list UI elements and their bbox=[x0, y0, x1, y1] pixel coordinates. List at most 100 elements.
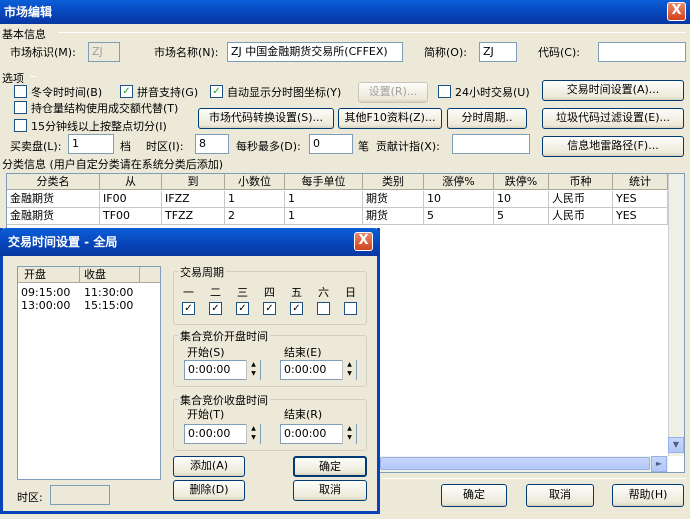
winter-time-label: 冬令时时间(B) bbox=[31, 86, 103, 99]
abbr-field[interactable]: ZJ bbox=[479, 42, 517, 62]
grid-cell[interactable]: 1 bbox=[225, 191, 285, 208]
buy-sell-field[interactable]: 1 bbox=[68, 134, 114, 154]
tz-field[interactable]: 8 bbox=[195, 134, 229, 154]
dialog-ok-button[interactable]: 确定 bbox=[293, 456, 367, 477]
tz-label: 时区(I): bbox=[146, 140, 184, 153]
winter-time-checkbox[interactable] bbox=[14, 85, 27, 98]
day-checkbox[interactable]: ✓ bbox=[263, 302, 276, 315]
info-path-button[interactable]: 信息地雷路径(F)... bbox=[542, 136, 684, 157]
grid-cell[interactable]: TF00 bbox=[100, 208, 162, 225]
window-title: 市场编辑 bbox=[4, 5, 53, 19]
scroll-right-icon[interactable]: ► bbox=[651, 456, 667, 472]
day-label: 三 bbox=[237, 286, 248, 299]
grid-cell[interactable]: IF00 bbox=[100, 191, 162, 208]
garbage-filter-button[interactable]: 垃圾代码过滤设置(E)... bbox=[542, 108, 684, 129]
dialog-add-button[interactable]: 添加(A) bbox=[173, 456, 245, 477]
list-row-close[interactable]: 15:15:00 bbox=[84, 299, 133, 312]
list-row-open[interactable]: 13:00:00 bbox=[21, 299, 70, 312]
min15-checkbox[interactable] bbox=[14, 119, 27, 132]
level-label: 档 bbox=[120, 140, 131, 153]
grid-cell[interactable]: IFZZ bbox=[162, 191, 225, 208]
grid-cell[interactable]: YES bbox=[613, 208, 668, 225]
day-label: 二 bbox=[210, 286, 221, 299]
basic-section-label: 基本信息 bbox=[2, 28, 46, 41]
main-help-button[interactable]: 帮助(H) bbox=[612, 484, 684, 507]
grid-cell[interactable]: YES bbox=[613, 191, 668, 208]
grid-column-header[interactable]: 从 bbox=[100, 174, 162, 190]
dialog-title: 交易时间设置 - 全局 bbox=[8, 235, 118, 249]
grid-cell[interactable]: TFZZ bbox=[162, 208, 225, 225]
market-id-field[interactable]: ZJ bbox=[88, 42, 120, 62]
grid-column-header[interactable]: 到 bbox=[162, 174, 225, 190]
grid-cell[interactable]: 2 bbox=[225, 208, 285, 225]
main-ok-button[interactable]: 确定 bbox=[441, 484, 507, 507]
list-header-open[interactable]: 开盘 bbox=[18, 267, 80, 283]
day-checkbox[interactable] bbox=[344, 302, 357, 315]
auto-axis-checkbox[interactable]: ✓ bbox=[210, 85, 223, 98]
per-sec-field[interactable]: 0 bbox=[309, 134, 353, 154]
dialog-cancel-button[interactable]: 取消 bbox=[293, 480, 367, 501]
dialog-titlebar: 交易时间设置 - 全局 bbox=[0, 228, 380, 256]
h24-checkbox[interactable] bbox=[438, 85, 451, 98]
trade-time-button[interactable]: 交易时间设置(A)... bbox=[542, 80, 684, 101]
grid-cell[interactable]: 5 bbox=[494, 208, 549, 225]
grid-cell[interactable]: 金融期货 bbox=[7, 208, 100, 225]
hold-struct-checkbox[interactable] bbox=[14, 101, 27, 114]
grid-cell[interactable]: 10 bbox=[494, 191, 549, 208]
grid-cell[interactable]: 1 bbox=[285, 191, 363, 208]
day-checkbox[interactable]: ✓ bbox=[182, 302, 195, 315]
grid-cell[interactable]: 金融期货 bbox=[7, 191, 100, 208]
f10-button[interactable]: 其他F10资料(Z)... bbox=[338, 108, 442, 129]
open-end-spinner[interactable]: ▲ ▼ bbox=[342, 360, 356, 380]
grid-column-header[interactable]: 涨停% bbox=[424, 174, 494, 190]
contrib-field[interactable] bbox=[452, 134, 530, 154]
open-start-spinner[interactable]: ▲ ▼ bbox=[246, 360, 260, 380]
grid-cell[interactable]: 1 bbox=[285, 208, 363, 225]
close-start-spinner[interactable]: ▲ ▼ bbox=[246, 424, 260, 444]
grid-cell[interactable]: 期货 bbox=[363, 208, 424, 225]
market-id-label: 市场标识(M): bbox=[10, 46, 76, 59]
week-group-label: 交易周期 bbox=[178, 264, 226, 280]
grid-cell[interactable]: 人民币 bbox=[549, 191, 613, 208]
grid-column-header[interactable]: 跌停% bbox=[494, 174, 549, 190]
dialog-tz-field[interactable] bbox=[50, 485, 110, 505]
list-row-open[interactable]: 09:15:00 bbox=[21, 286, 70, 299]
pinyin-checkbox[interactable]: ✓ bbox=[120, 85, 133, 98]
code-convert-button[interactable]: 市场代码转换设置(S)... bbox=[198, 108, 334, 129]
dialog-close-button[interactable]: X bbox=[354, 232, 373, 251]
grid-cell[interactable]: 10 bbox=[424, 191, 494, 208]
list-header-close[interactable]: 收盘 bbox=[80, 267, 140, 283]
day-label: 一 bbox=[183, 286, 194, 299]
grid-cell[interactable]: 人民币 bbox=[549, 208, 613, 225]
day-checkbox[interactable]: ✓ bbox=[209, 302, 222, 315]
grid-column-header[interactable]: 统计 bbox=[613, 174, 668, 190]
grid-cell[interactable]: 期货 bbox=[363, 191, 424, 208]
grid-vertical-scrollbar[interactable] bbox=[668, 174, 684, 456]
period-button[interactable]: 分时周期.. bbox=[447, 108, 527, 129]
close-end-spinner[interactable]: ▲ ▼ bbox=[342, 424, 356, 444]
day-checkbox[interactable]: ✓ bbox=[290, 302, 303, 315]
horizontal-scroll-thumb[interactable] bbox=[380, 457, 650, 470]
window-close-button[interactable]: X bbox=[667, 2, 686, 21]
grid-column-header[interactable]: 币种 bbox=[549, 174, 613, 190]
scroll-down-icon[interactable]: ▼ bbox=[668, 437, 684, 453]
grid-column-header[interactable]: 分类名 bbox=[7, 174, 100, 190]
auto-axis-label: 自动显示分时图坐标(Y) bbox=[227, 86, 342, 99]
grid-column-header[interactable]: 小数位 bbox=[225, 174, 285, 190]
grid-column-header[interactable]: 类别 bbox=[363, 174, 424, 190]
grid-horizontal-scrollbar[interactable] bbox=[380, 456, 668, 472]
open-auction-label: 集合竞价开盘时间 bbox=[178, 328, 270, 344]
dialog-delete-button[interactable]: 删除(D) bbox=[173, 480, 245, 501]
code-field[interactable] bbox=[598, 42, 686, 62]
day-checkbox[interactable] bbox=[317, 302, 330, 315]
category-section-label: 分类信息 (用户自定分类请在系统分类后添加) bbox=[2, 158, 224, 171]
grid-column-header[interactable]: 每手单位 bbox=[285, 174, 363, 190]
code-label: 代码(C): bbox=[538, 46, 580, 59]
dialog-tz-label: 时区: bbox=[17, 491, 43, 504]
list-row-close[interactable]: 11:30:00 bbox=[84, 286, 133, 299]
market-name-field[interactable]: ZJ 中国金融期货交易所(CFFEX) bbox=[227, 42, 403, 62]
day-checkbox[interactable]: ✓ bbox=[236, 302, 249, 315]
main-cancel-button[interactable]: 取消 bbox=[526, 484, 594, 507]
grid-cell[interactable]: 5 bbox=[424, 208, 494, 225]
settings-button[interactable]: 设置(R)... bbox=[358, 82, 428, 103]
